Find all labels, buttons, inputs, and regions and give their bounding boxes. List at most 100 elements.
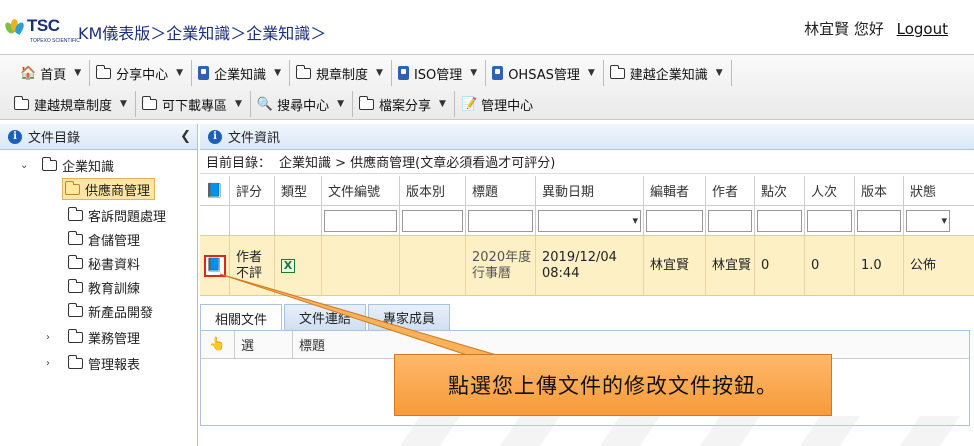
col-version-type[interactable]: 版本別 (400, 176, 466, 205)
collapse-left-icon[interactable]: ❮ (180, 129, 191, 144)
search-icon: 🔍 (256, 96, 274, 112)
menu-jianyue-regulations[interactable]: 建越規章制度 ▼ (14, 91, 136, 117)
tree-label: 倉儲管理 (88, 233, 141, 249)
logo-subtext: TOPEXO SCIENTIFIC (30, 38, 80, 44)
col-doc-no[interactable]: 文件編號 (322, 176, 400, 205)
menu-search-center[interactable]: 🔍 搜尋中心 ▼ (251, 91, 353, 117)
menu-jianyue-knowledge[interactable]: 建越企業知識 ▼ (604, 60, 732, 86)
info-panel-header: i 文件資訊 (200, 124, 974, 150)
col-select[interactable]: 選 (235, 331, 293, 358)
chevron-down-icon: ▼ (120, 99, 127, 109)
tab-experts[interactable]: 專家成員 (368, 304, 451, 330)
cell-people: 0 (805, 236, 855, 295)
col-clicks[interactable]: 點次 (755, 176, 805, 205)
cell-type: X (275, 236, 322, 295)
home-icon: 🏠 (20, 65, 37, 81)
filter-doc-no-input[interactable] (324, 209, 397, 232)
filter-people-input[interactable] (807, 209, 852, 232)
cell-date: 2019/12/04 08:44 (536, 236, 644, 295)
chevron-down-icon: ▼ (587, 68, 595, 78)
tree-item-complaints[interactable]: 客訴問題處理 (68, 204, 166, 226)
chevron-right-icon[interactable]: › (46, 332, 60, 343)
menu-file-share[interactable]: 檔案分享 ▼ (353, 91, 455, 117)
current-dir-path: 企業知識 > 供應商管理(文章必須看過才可評分) (279, 156, 556, 171)
folder-open-icon (65, 180, 80, 195)
filter-date-select[interactable] (538, 209, 641, 232)
menu-regulations[interactable]: 規章制度 ▼ (290, 60, 392, 86)
filter-status-select[interactable] (906, 209, 950, 232)
col-date[interactable]: 異動日期 (536, 176, 644, 205)
cell-title[interactable]: 2020年度行事曆 (466, 236, 536, 295)
tree-item-secretary[interactable]: 秘書資料 (68, 252, 140, 274)
chevron-down-icon: ▼ (74, 68, 82, 78)
tree-item-new-product[interactable]: 新產品開發 (68, 300, 153, 322)
table-row[interactable]: 📘 作者不評 X 2020年度行事曆 2019/12/04 08:44 林宜賢 … (200, 236, 974, 296)
current-directory: 目前目錄： 企業知識 > 供應商管理(文章必須看過才可評分) (200, 150, 974, 174)
filter-version-input[interactable] (857, 209, 901, 232)
admin-icon: 📝 (460, 96, 478, 112)
company-logo: TSC (3, 16, 60, 36)
tree-item-warehouse[interactable]: 倉儲管理 (68, 228, 140, 250)
cell-clicks: 0 (755, 236, 805, 295)
info-icon: i (8, 129, 22, 144)
filter-clicks-input[interactable] (757, 209, 802, 232)
folder-icon (14, 95, 29, 110)
menu-label: 管理中心 (481, 98, 534, 114)
col-people[interactable]: 人次 (805, 176, 855, 205)
tree-item-business[interactable]: › 業務管理 (46, 326, 140, 348)
filter-empty (230, 206, 275, 235)
cell-status: 公佈 (910, 257, 937, 273)
menu-downloads[interactable]: 可下載專區 ▼ (136, 91, 251, 117)
menu-home[interactable]: 🏠 首頁 ▼ (14, 60, 91, 86)
filter-version-type-input[interactable] (402, 209, 463, 232)
filter-status (904, 206, 974, 235)
tree-item-reports[interactable]: › 管理報表 (46, 352, 140, 374)
tree-item-training[interactable]: 教育訓練 (68, 276, 140, 298)
tree-root-enterprise-knowledge[interactable]: ⌄ 企業知識 (20, 154, 114, 176)
folder-icon (68, 302, 83, 317)
menu-admin-center[interactable]: 📝 管理中心 (455, 91, 541, 117)
instruction-callout: 點選您上傳文件的修改文件按鈕。 (394, 354, 832, 416)
logout-link[interactable]: Logout (897, 20, 948, 38)
tab-doc-links[interactable]: 文件連結 (284, 304, 367, 330)
edit-doc-icon: 📘 (205, 182, 224, 199)
pointer-hand-icon: 👆 (201, 331, 235, 358)
menu-enterprise-knowledge[interactable]: 企業知識 ▼ (192, 60, 290, 86)
col-status[interactable]: 狀態 (904, 176, 974, 205)
col-rating[interactable]: 評分 (230, 176, 275, 205)
edit-cell: 📘 (200, 236, 230, 295)
filter-empty (275, 206, 322, 235)
tab-related-docs[interactable]: 相關文件 (200, 304, 283, 331)
menu-iso[interactable]: ISO管理 ▼ (392, 60, 487, 86)
background-stripes (400, 416, 960, 446)
filter-editor-input[interactable] (646, 209, 703, 232)
menu-ohsas[interactable]: OHSAS管理 ▼ (486, 60, 604, 86)
breadcrumb[interactable]: KM儀表版＞企業知識＞企業知識＞ (78, 20, 326, 44)
menu-label: 企業知識 (214, 67, 267, 83)
menu-label: 建越企業知識 (629, 67, 708, 83)
main-menubar: 🏠 首頁 ▼ 分享中心 ▼ 企業知識 ▼ 規章制度 ▼ ISO管理 ▼ OHSAS管理 ▼ 建… (0, 54, 974, 120)
edit-column-header: 📘 (200, 176, 230, 205)
info-title: 文件資訊 (228, 131, 281, 146)
tree-label: 企業知識 (62, 159, 115, 175)
filter-author-input[interactable] (708, 209, 752, 232)
menu-share-center[interactable]: 分享中心 ▼ (90, 60, 193, 86)
edit-document-button[interactable]: 📘 (203, 254, 226, 277)
chevron-right-icon[interactable]: › (46, 358, 60, 369)
tree-item-supplier-management[interactable]: 供應商管理 (62, 178, 156, 200)
chevron-down-icon: ▼ (274, 68, 281, 78)
filter-title-input[interactable] (468, 209, 533, 232)
col-author[interactable]: 作者 (706, 176, 755, 205)
chevron-down-icon[interactable]: ⌄ (20, 160, 34, 171)
col-type[interactable]: 類型 (275, 176, 322, 205)
col-editor[interactable]: 編輯者 (644, 176, 706, 205)
tree-label: 新產品開發 (88, 305, 154, 321)
folder-icon (42, 156, 57, 171)
cell-editor: 林宜賢 (644, 236, 706, 295)
menu-row-1: 🏠 首頁 ▼ 分享中心 ▼ 企業知識 ▼ 規章制度 ▼ ISO管理 ▼ OHSAS管理 ▼ 建… (14, 58, 732, 88)
menu-label: 首頁 (40, 67, 67, 83)
col-title[interactable]: 標題 (466, 176, 536, 205)
document-grid: 📘 評分 類型 文件編號 版本別 標題 異動日期 編輯者 作者 點次 人次 版本… (200, 176, 974, 296)
col-version[interactable]: 版本 (855, 176, 904, 205)
tree-label: 秘書資料 (88, 257, 141, 273)
